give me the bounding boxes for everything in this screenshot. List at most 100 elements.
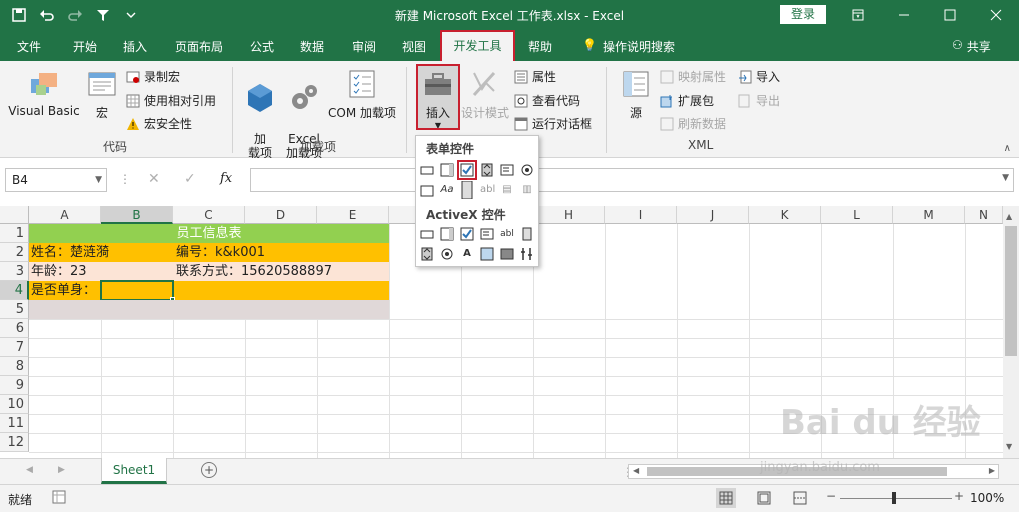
cancel-icon[interactable]: ✕ — [148, 171, 160, 187]
vertical-scrollbar[interactable]: ▲ ▼ — [1003, 206, 1019, 458]
column-header[interactable]: H — [533, 206, 605, 224]
group-box-control-icon[interactable] — [420, 183, 434, 197]
tab-developer[interactable]: 开发工具 — [440, 30, 515, 61]
maximize-icon[interactable] — [927, 0, 973, 30]
zoom-slider[interactable] — [840, 498, 952, 499]
activex-option-button-icon[interactable] — [440, 247, 454, 261]
combo-list-control-icon[interactable]: ▤ — [500, 183, 514, 197]
row-header[interactable]: 11 — [0, 414, 29, 433]
expand-formula-icon[interactable]: ▼ — [1002, 173, 1009, 183]
activex-button-icon[interactable] — [420, 227, 434, 241]
minimize-icon[interactable] — [881, 0, 927, 30]
scroll-up-icon[interactable]: ▲ — [1006, 212, 1012, 221]
close-icon[interactable] — [973, 0, 1019, 30]
zoom-in-icon[interactable]: + — [954, 489, 964, 503]
column-header[interactable]: J — [677, 206, 749, 224]
row-header[interactable]: 4 — [0, 281, 29, 300]
row-header[interactable]: 9 — [0, 376, 29, 395]
column-header[interactable]: B — [101, 206, 173, 224]
map-properties-button[interactable]: 映射属性 — [660, 68, 726, 85]
xml-source-button[interactable]: 源 — [617, 67, 655, 121]
collapse-ribbon-icon[interactable]: ∧ — [1004, 143, 1011, 154]
text-field-control-icon[interactable]: abl — [480, 183, 495, 197]
scroll-thumb[interactable] — [1005, 226, 1017, 356]
column-header[interactable]: K — [749, 206, 821, 224]
column-header[interactable]: C — [173, 206, 245, 224]
activex-list-box-icon[interactable] — [480, 227, 494, 241]
prev-sheet-icon[interactable]: ◀ — [26, 465, 33, 475]
column-header[interactable]: I — [605, 206, 677, 224]
activex-text-box-icon[interactable]: abl — [500, 227, 514, 241]
row-header[interactable]: 10 — [0, 395, 29, 414]
com-addins-button[interactable]: COM 加载项 — [326, 67, 398, 121]
activex-label-icon[interactable]: A — [460, 247, 474, 261]
activex-scroll-bar-icon[interactable] — [520, 227, 534, 241]
zoom-out-icon[interactable]: − — [826, 489, 836, 503]
activex-combo-box-icon[interactable] — [440, 227, 454, 241]
column-header[interactable]: N — [965, 206, 1003, 224]
column-header[interactable]: L — [821, 206, 893, 224]
tab-formulas[interactable]: 公式 — [250, 38, 274, 55]
active-cell-b4[interactable] — [100, 280, 174, 301]
xml-export-button[interactable]: 导出 — [738, 92, 780, 109]
next-sheet-icon[interactable]: ▶ — [58, 465, 65, 475]
zoom-slider-thumb[interactable] — [892, 492, 896, 504]
ribbon-display-icon[interactable] — [835, 0, 881, 30]
column-header[interactable]: M — [893, 206, 965, 224]
more-controls-icon[interactable] — [520, 247, 534, 261]
table-title-cell[interactable]: 员工信息表 — [29, 224, 389, 243]
tab-insert[interactable]: 插入 — [123, 38, 147, 55]
formula-input[interactable]: ▼ — [250, 168, 1014, 192]
row-header[interactable]: 3 — [0, 262, 29, 281]
view-code-button[interactable]: 查看代码 — [514, 92, 580, 109]
button-control-icon[interactable] — [420, 163, 434, 177]
select-all-corner[interactable] — [0, 206, 29, 224]
tab-home[interactable]: 开始 — [73, 38, 97, 55]
activex-spin-button-icon[interactable] — [420, 247, 434, 261]
share-button[interactable]: ⚇ 共享 — [952, 38, 991, 55]
tab-review[interactable]: 审阅 — [352, 38, 376, 55]
run-dialog-button[interactable]: 运行对话框 — [514, 115, 592, 132]
tab-page-layout[interactable]: 页面布局 — [175, 38, 223, 55]
tab-view[interactable]: 视图 — [402, 38, 426, 55]
row-header[interactable]: 6 — [0, 319, 29, 338]
row-header[interactable]: 12 — [0, 433, 29, 452]
row-header[interactable]: 5 — [0, 300, 29, 319]
column-header[interactable]: D — [245, 206, 317, 224]
macro-security-button[interactable]: 宏安全性 — [126, 115, 192, 132]
activex-image-icon[interactable] — [480, 247, 494, 261]
properties-button[interactable]: 属性 — [514, 68, 556, 85]
activex-checkbox-icon[interactable] — [460, 227, 474, 241]
page-break-view-icon[interactable] — [792, 490, 808, 509]
expansion-packs-button[interactable]: 扩展包 — [660, 92, 714, 109]
scroll-right-icon[interactable]: ▶ — [989, 466, 995, 475]
design-mode-button[interactable]: 设计模式 — [460, 67, 510, 121]
formula-bar-drag-icon[interactable]: ⋮ — [119, 172, 131, 186]
zoom-level[interactable]: 100% — [970, 491, 1004, 505]
list-box-control-icon[interactable] — [500, 163, 514, 177]
sheet-tab[interactable]: Sheet1 — [101, 458, 167, 484]
scroll-bar-control-icon[interactable] — [460, 180, 474, 200]
combo-box-control-icon[interactable] — [440, 163, 454, 177]
login-button[interactable]: 登录 — [780, 5, 826, 24]
label-control-icon[interactable]: Aa — [440, 183, 454, 197]
scroll-left-icon[interactable]: ◀ — [633, 466, 639, 475]
row-header[interactable]: 2 — [0, 243, 29, 262]
normal-view-icon[interactable] — [716, 488, 736, 508]
record-macro-button[interactable]: 录制宏 — [126, 68, 180, 85]
scroll-down-icon[interactable]: ▼ — [1006, 442, 1012, 451]
insert-function-icon[interactable]: fx — [220, 171, 232, 186]
name-box-dropdown-icon[interactable]: ▼ — [95, 169, 102, 191]
employee-age-cell[interactable]: 年龄：23 — [31, 262, 87, 281]
combo-dropdown-control-icon[interactable]: ▥ — [520, 183, 534, 197]
macros-button[interactable]: 宏 — [84, 67, 120, 121]
row-header[interactable]: 7 — [0, 338, 29, 357]
activex-toggle-button-icon[interactable] — [500, 247, 514, 261]
visual-basic-button[interactable]: Visual Basic — [8, 67, 80, 118]
tab-help[interactable]: 帮助 — [528, 38, 552, 55]
column-header[interactable]: E — [317, 206, 389, 224]
macro-record-icon[interactable] — [52, 490, 66, 507]
row-header[interactable]: 8 — [0, 357, 29, 376]
enter-icon[interactable]: ✓ — [184, 171, 196, 187]
option-button-control-icon[interactable] — [520, 163, 534, 177]
